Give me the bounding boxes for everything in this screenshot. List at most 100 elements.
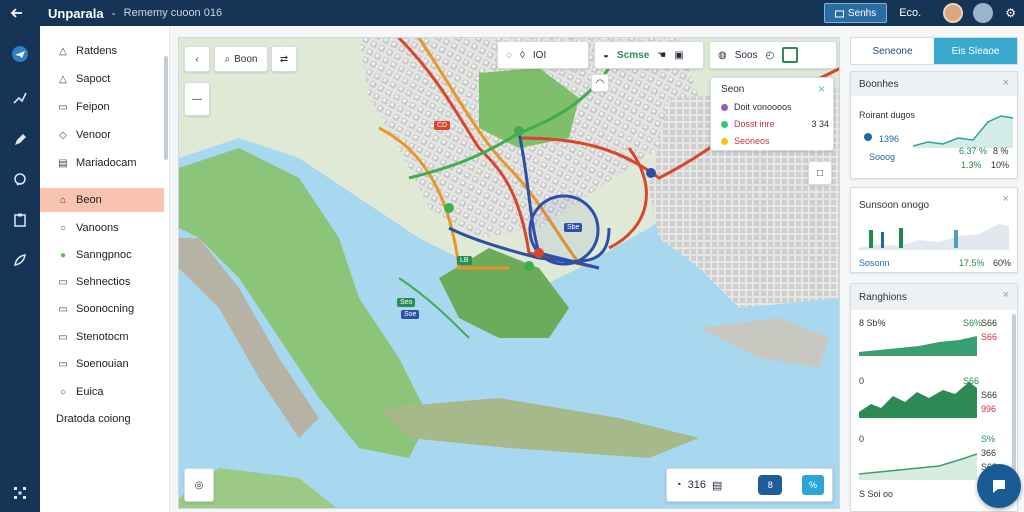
gear-icon[interactable]: ⚙ xyxy=(1005,6,1016,20)
chat-icon[interactable] xyxy=(8,168,32,192)
primary-header-button-label: Senhs xyxy=(847,7,877,19)
image-icon[interactable]: ▣ xyxy=(674,50,683,61)
close-icon[interactable]: × xyxy=(1003,289,1009,301)
card-footer: Sosonn xyxy=(859,258,890,268)
pen-icon[interactable] xyxy=(8,128,32,152)
sidebar-item-13[interactable]: ○ Euica xyxy=(40,380,164,404)
sidebar-item-label: Soenouian xyxy=(76,358,129,370)
hand-icon[interactable]: ☚ xyxy=(657,50,666,61)
secondary-avatar[interactable] xyxy=(973,3,994,23)
rocket-icon[interactable] xyxy=(8,248,32,272)
assistant-fab[interactable] xyxy=(977,464,1021,508)
legend-row: Dosst inre 3 34 xyxy=(721,119,829,129)
back-icon[interactable]: ‹ xyxy=(184,46,210,72)
area-chart-2 xyxy=(859,382,977,418)
tab-2[interactable]: Eis Sleaoe xyxy=(934,38,1017,64)
sidebar-item-label: Sehnectios xyxy=(76,276,131,288)
pin-icon[interactable]: ◊ xyxy=(520,50,525,61)
triangle-icon: △ xyxy=(59,45,67,57)
app-subtitle: Rememy cuoon 016 xyxy=(123,7,223,19)
layers-icon[interactable]: ◌ xyxy=(506,50,512,61)
folder-icon xyxy=(834,10,844,17)
user-label[interactable]: Eco. xyxy=(899,7,921,19)
swap-icon[interactable]: ⇄ xyxy=(271,46,297,72)
route-icon[interactable] xyxy=(8,86,32,110)
doc-icon: ▭ xyxy=(58,276,68,288)
toolbar-label-ioi[interactable]: IOI xyxy=(533,50,546,61)
compass-icon[interactable]: ◠ xyxy=(591,74,609,92)
card-stat: 8 % xyxy=(993,146,1009,156)
clipboard-icon[interactable]: ▤ xyxy=(712,479,722,492)
list-icon: ▤ xyxy=(58,157,68,169)
row-label: 8 Sb% xyxy=(859,318,886,328)
clock-icon[interactable]: ◴ xyxy=(766,50,775,61)
sidebar-item-label: Stenotocm xyxy=(76,331,129,343)
sidebar-item-7[interactable]: ○ Vanoons xyxy=(40,216,164,240)
sidebar-item-label: Vanoons xyxy=(76,222,119,234)
avatar[interactable] xyxy=(943,3,964,23)
sidebar-item-8[interactable]: ● Sanngpnoc xyxy=(40,243,164,267)
sidebar-item-3[interactable]: ▭ Feipon xyxy=(40,95,164,119)
marker-icon xyxy=(864,133,872,141)
legend-dot xyxy=(721,137,728,145)
fullscreen-icon[interactable]: □ xyxy=(808,161,832,185)
close-icon[interactable]: × xyxy=(1003,77,1009,89)
right-panel: Seneone Eis Sleaoe Boonhes × Roirant dug… xyxy=(850,37,1018,512)
sidebar-item-1[interactable]: △ Ratdens xyxy=(40,39,164,63)
locate-icon[interactable]: ◎ xyxy=(184,468,214,502)
card-title: Sunsoon onogo xyxy=(859,200,930,211)
plane-icon[interactable] xyxy=(8,42,32,66)
panel-scrollbar[interactable] xyxy=(1012,314,1016,484)
card-stat: 60% xyxy=(993,258,1012,268)
sidebar-item-4[interactable]: ◇ Venoor xyxy=(40,123,164,147)
sidebar-item-10[interactable]: ▭ Soonocning xyxy=(40,297,164,321)
toolbar-label-soos[interactable]: Soos xyxy=(735,50,758,61)
sidebar-item-label: Soonocning xyxy=(76,303,135,315)
sidebar-scrollbar[interactable] xyxy=(164,56,168,160)
sidebar-item-11[interactable]: ▭ Stenotocm xyxy=(40,325,164,349)
close-icon[interactable]: × xyxy=(1003,193,1009,205)
leaf-icon: ● xyxy=(59,249,67,261)
timer-icon: ◔ xyxy=(675,479,682,491)
sidebar-item-6[interactable]: ⌂ Beon xyxy=(40,188,164,212)
shield-icon[interactable]: ◒ xyxy=(603,50,609,61)
chart-toggle-icon[interactable] xyxy=(782,47,799,63)
grid-icon[interactable] xyxy=(8,481,32,505)
clipboard-icon[interactable] xyxy=(8,208,32,232)
sidebar-item-14[interactable]: Dratoda coiong xyxy=(40,407,164,431)
map-search-label: Boon xyxy=(234,53,258,65)
map-marker[interactable]: CD xyxy=(434,121,451,130)
back-arrow-icon[interactable] xyxy=(0,0,34,26)
sidebar-item-2[interactable]: △ Sapoct xyxy=(40,67,164,91)
card-title: Ranghions xyxy=(851,284,1017,310)
sidebar-item-5[interactable]: ▤ Mariadocam xyxy=(40,151,164,175)
map-search-button[interactable]: ⌕ Boon xyxy=(214,46,268,72)
map-canvas[interactable]: CD LB Sbe Seo Soe ‹ ⌕ Boon ⇄ — ◌ ◊ IOI ◒… xyxy=(178,37,840,509)
legend-value: 3 34 xyxy=(811,119,829,129)
map-marker[interactable]: Sbe xyxy=(564,223,583,232)
sidebar-item-12[interactable]: ▭ Soenouian xyxy=(40,352,164,376)
toolbar-label-scmse[interactable]: Scmse xyxy=(617,50,649,61)
bottom-button-a[interactable]: 8 xyxy=(758,475,783,495)
app-root: Unparala - Rememy cuoon 016 Senhs Eco. ⚙ xyxy=(0,0,1024,512)
sidebar: △ Ratdens △ Sapoct ▭ Feipon ◇ Venoor ▤ Mariad… xyxy=(40,26,170,512)
close-icon[interactable]: × xyxy=(818,82,825,96)
doc-icon: ▭ xyxy=(58,101,68,113)
map-marker[interactable]: Soe xyxy=(401,310,420,319)
sparkline-chart xyxy=(913,115,1013,148)
globe-icon[interactable]: ◍ xyxy=(718,50,727,61)
map-marker[interactable]: Seo xyxy=(397,298,416,307)
zoom-out-icon[interactable]: — xyxy=(192,94,202,105)
assistant-icon xyxy=(993,480,1005,493)
sidebar-item-9[interactable]: ▭ Sehnectios xyxy=(40,270,164,294)
zoom-control[interactable]: — xyxy=(184,82,210,116)
map-marker[interactable]: LB xyxy=(457,256,472,265)
primary-header-button[interactable]: Senhs xyxy=(823,3,888,23)
sidebar-item-label: Mariadocam xyxy=(76,157,137,169)
legend-dot xyxy=(721,103,728,111)
tab-1[interactable]: Seneone xyxy=(851,38,934,64)
bottom-button-b[interactable]: % xyxy=(802,475,824,495)
row-stat: S% xyxy=(981,434,996,444)
header-actions: Senhs Eco. ⚙ xyxy=(823,0,1024,26)
card-overview: Boonhes × Roirant dugos 1396 Sooog 6.37 … xyxy=(850,71,1018,179)
